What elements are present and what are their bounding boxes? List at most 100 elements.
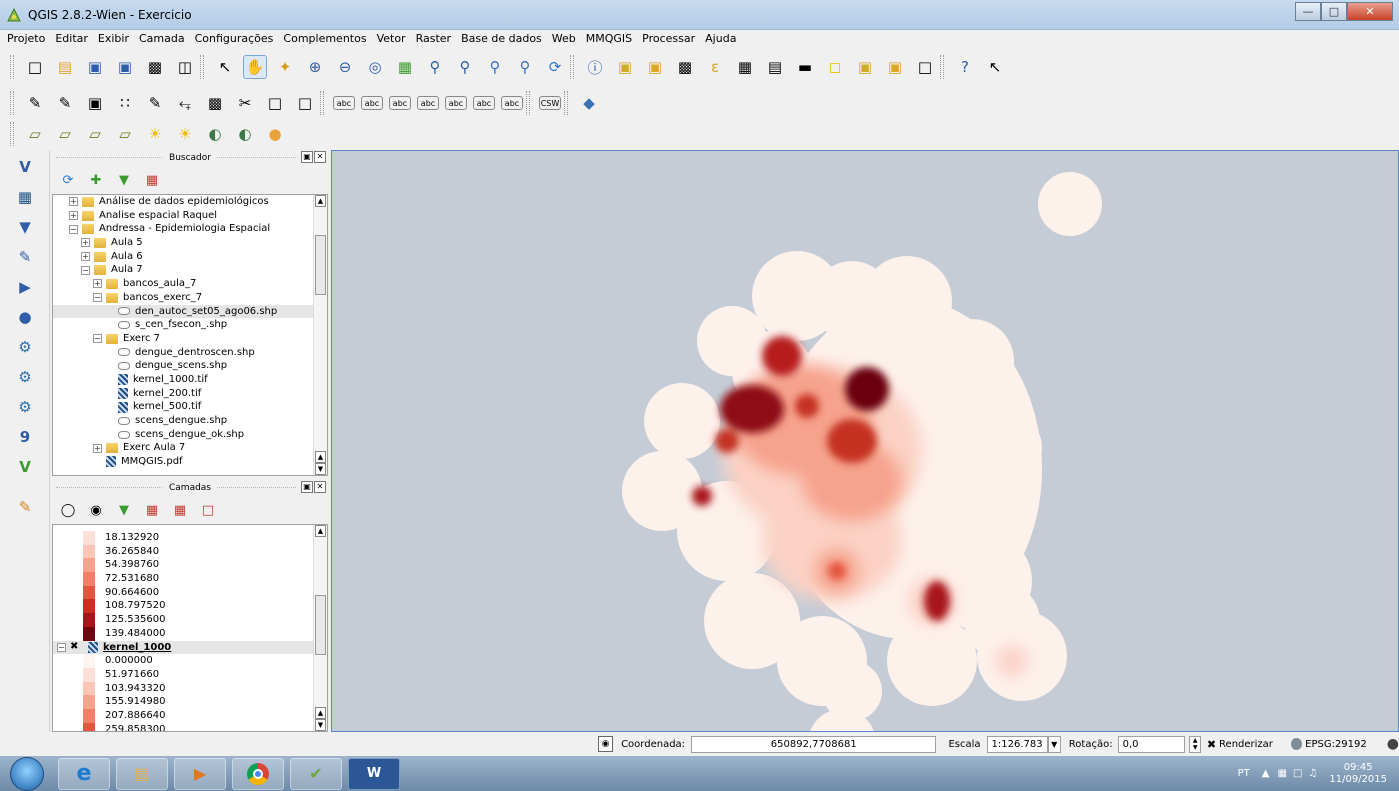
add-spatialite-icon[interactable]: ✎ [12, 244, 38, 270]
identify-icon[interactable]: ⓘ [583, 55, 607, 79]
browser-item[interactable]: + Análise de dados epidemiológicos [53, 195, 327, 209]
menu-editar[interactable]: Editar [50, 32, 93, 45]
browser-item[interactable]: kernel_500.tif [53, 400, 327, 414]
open-project-icon[interactable]: ▤ [53, 55, 77, 79]
map-canvas[interactable] [331, 150, 1399, 732]
layers-panel-close-button[interactable]: ✕ [314, 481, 326, 493]
scale-dropdown-icon[interactable]: ▼ [1047, 735, 1061, 753]
pan-to-selection-icon[interactable]: ✦ [273, 55, 297, 79]
crs-globe-icon[interactable] [1290, 738, 1303, 750]
layer-visibility-checkbox[interactable]: ✖ [70, 642, 80, 652]
start-button[interactable] [10, 756, 44, 791]
move-feature-icon[interactable]: ⥆ [173, 91, 197, 115]
menu-complementos[interactable]: Complementos [278, 32, 371, 45]
layers-panel-float-button[interactable]: ▣ [301, 481, 313, 493]
close-button[interactable]: ✕ [1347, 2, 1393, 21]
menu-processar[interactable]: Processar [637, 32, 700, 45]
add-oracle-icon[interactable]: ● [12, 304, 38, 330]
current-edits-icon[interactable]: ✎ [23, 91, 47, 115]
word-icon[interactable]: W [348, 757, 400, 790]
georeferencer-icon[interactable]: ● [263, 122, 287, 146]
text-annotation-icon[interactable]: □ [913, 55, 937, 79]
browser-item[interactable]: dengue_dentroscen.shp [53, 346, 327, 360]
decrease-brightness-icon[interactable]: ☀ [173, 122, 197, 146]
messages-icon[interactable]: ◉ [598, 736, 614, 752]
increase-brightness-icon[interactable]: ☀ [143, 122, 167, 146]
panel-float-button[interactable]: ▣ [301, 151, 313, 163]
menu-projeto[interactable]: Projeto [2, 32, 50, 45]
menu-base-de-dados[interactable]: Base de dados [456, 32, 547, 45]
python-icon[interactable]: ◆ [577, 91, 601, 115]
expand-all-icon[interactable]: ▦ [142, 500, 162, 520]
browser-item[interactable]: − bancos_exerc_7 [53, 291, 327, 305]
touch-zoom-icon[interactable]: ↖ [213, 55, 237, 79]
refresh-icon[interactable]: ⟳ [58, 170, 78, 190]
browser-item[interactable]: MMQGIS.pdf [53, 455, 327, 469]
crs-status[interactable]: EPSG:29192 [1305, 739, 1367, 750]
cumulative-cut-full-icon[interactable]: ▱ [83, 122, 107, 146]
label-move-icon[interactable]: abc [417, 96, 439, 110]
layers-scrollbar[interactable]: ▲ ▲ ▼ [313, 525, 327, 731]
browser-item[interactable]: + Aula 6 [53, 250, 327, 264]
csw-icon[interactable]: CSW [539, 96, 561, 110]
browser-item[interactable]: + bancos_aula_7 [53, 277, 327, 291]
layer-eye-icon[interactable]: ◉ [86, 500, 106, 520]
browser-scrollbar[interactable]: ▲ ▲ ▼ [313, 195, 327, 475]
collapse-icon[interactable]: − [93, 293, 102, 303]
attribute-table-icon[interactable]: ▦ [733, 55, 757, 79]
add-wcs-icon[interactable]: ⚙ [12, 364, 38, 390]
expand-icon[interactable]: + [81, 252, 90, 262]
zoom-last-icon[interactable]: ⚲ [483, 55, 507, 79]
statistics-icon[interactable]: ▤ [763, 55, 787, 79]
internet-explorer-icon[interactable]: e [58, 757, 110, 790]
field-calculator-icon[interactable]: ▩ [673, 55, 697, 79]
menu-raster[interactable]: Raster [411, 32, 456, 45]
select-icon[interactable]: ▣ [613, 55, 637, 79]
label-show-icon[interactable]: abc [389, 96, 411, 110]
add-feature-icon[interactable]: ∷ [113, 91, 137, 115]
filter-legend-icon[interactable]: ▼ [114, 500, 134, 520]
network-warning-icon[interactable]: ▦ [1277, 768, 1286, 779]
histogram-stretch-local-icon[interactable]: ▱ [53, 122, 77, 146]
add-selected-layers-icon[interactable]: ✚ [86, 170, 106, 190]
refresh-icon[interactable]: ⟳ [543, 55, 567, 79]
expand-icon[interactable]: + [69, 211, 78, 221]
composer-manager-icon[interactable]: ◫ [173, 55, 197, 79]
new-bookmark-icon[interactable]: ▣ [853, 55, 877, 79]
layer-item-kernel-1000[interactable]: − ✖ kernel_1000 [53, 640, 327, 655]
deselect-icon[interactable]: ▣ [643, 55, 667, 79]
delete-selected-icon[interactable]: ▩ [203, 91, 227, 115]
zoom-to-selection-icon[interactable]: ⚲ [423, 55, 447, 79]
label-pin-icon[interactable]: abc [361, 96, 383, 110]
volume-icon[interactable]: ♫ [1308, 768, 1317, 779]
browser-item[interactable]: + Analise espacial Raquel [53, 209, 327, 223]
histogram-stretch-full-icon[interactable]: ▱ [23, 122, 47, 146]
browser-item[interactable]: kernel_200.tif [53, 387, 327, 401]
new-project-icon[interactable]: □ [23, 55, 47, 79]
menu-vetor[interactable]: Vetor [372, 32, 411, 45]
expand-icon[interactable]: + [81, 238, 90, 248]
toggle-editing-icon[interactable]: ✎ [53, 91, 77, 115]
node-tool-icon[interactable]: ✎ [143, 91, 167, 115]
browser-item[interactable]: scens_dengue.shp [53, 414, 327, 428]
remove-layer-icon[interactable]: □ [198, 500, 218, 520]
copy-features-icon[interactable]: □ [263, 91, 287, 115]
add-vector-layer-icon[interactable]: V [12, 154, 38, 180]
decrease-contrast-icon[interactable]: ◐ [233, 122, 257, 146]
zoom-out-icon[interactable]: ⊖ [333, 55, 357, 79]
zoom-full-icon[interactable]: ▦ [393, 55, 417, 79]
filter-icon[interactable]: ▼ [114, 170, 134, 190]
menu-camada[interactable]: Camada [134, 32, 190, 45]
rotation-field[interactable]: 0,0 [1117, 735, 1186, 753]
browser-item[interactable]: + Aula 5 [53, 236, 327, 250]
rotation-spinner-icon[interactable]: ▲ ▼ [1189, 735, 1201, 753]
label-highlight-icon[interactable]: abc [501, 96, 523, 110]
whats-this-icon[interactable]: ↖ [983, 55, 1007, 79]
browser-item[interactable]: s_cen_fsecon_.shp [53, 318, 327, 332]
add-wfs-icon[interactable]: ⚙ [12, 394, 38, 420]
cumulative-cut-local-icon[interactable]: ▱ [113, 122, 137, 146]
menu-web[interactable]: Web [547, 32, 581, 45]
browser-item[interactable]: − Aula 7 [53, 263, 327, 277]
media-player-icon[interactable]: ▶ [174, 757, 226, 790]
cut-features-icon[interactable]: ✂ [233, 91, 257, 115]
